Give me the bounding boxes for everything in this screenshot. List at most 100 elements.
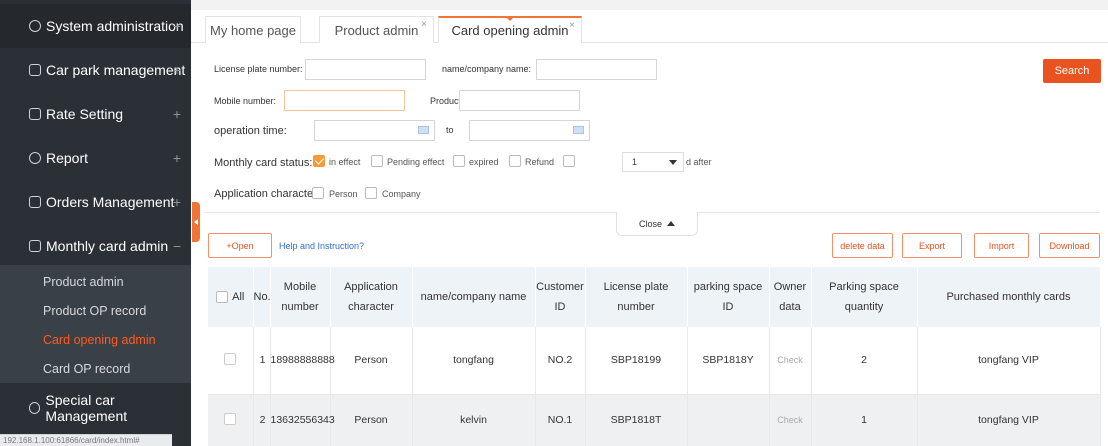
name-input[interactable]: [536, 59, 657, 80]
tab-product-admin[interactable]: Product admin ×: [319, 16, 434, 43]
select-all-checkbox[interactable]: [216, 291, 229, 304]
cell-name: kelvin: [412, 394, 536, 446]
row-select-cell[interactable]: [208, 394, 254, 446]
close-filter-label: Close: [638, 218, 662, 229]
submenu-item-card-opening-admin[interactable]: Card opening admin: [0, 325, 191, 354]
sidebar-collapse-handle[interactable]: [192, 202, 200, 242]
sidebar-item-report[interactable]: Report +: [0, 136, 191, 180]
header-select-all[interactable]: All: [208, 267, 254, 327]
chevron-up-icon: [667, 221, 675, 226]
cell-qty: 1: [811, 394, 918, 446]
cell-space: SBP1818Y: [687, 327, 770, 395]
header-all-label: All: [232, 291, 245, 303]
tab-card-opening-admin[interactable]: Card opening admin ×: [438, 16, 582, 43]
row-checkbox[interactable]: [224, 352, 237, 365]
sidebar-item-car-park[interactable]: Car park management +: [0, 48, 191, 92]
close-icon[interactable]: ×: [569, 20, 575, 31]
sidebar-item-label: Orders Management: [46, 194, 175, 210]
mobile-input[interactable]: [284, 90, 405, 111]
license-plate-label: License plate number:: [214, 64, 303, 74]
top-strip: [191, 0, 1108, 10]
status-option-label: Refund: [525, 157, 555, 167]
cell-mobile: 18988888888: [270, 327, 335, 395]
open-button[interactable]: +Open: [208, 233, 272, 258]
table-icon: [29, 108, 41, 120]
card-status-label: Monthly card status:: [214, 157, 313, 169]
help-link[interactable]: Help and Instruction?: [279, 241, 364, 251]
cell-name: tongfang: [412, 327, 536, 395]
header-owner: Owner data: [769, 267, 812, 327]
status-expired-checkbox[interactable]: [453, 155, 465, 167]
end-date-input[interactable]: [469, 120, 590, 141]
status-pending-checkbox[interactable]: [371, 155, 383, 167]
appchar-person-checkbox[interactable]: [312, 187, 324, 199]
appchar-company-checkbox[interactable]: [365, 187, 377, 199]
tab-label: Card opening admin: [451, 23, 569, 38]
header-customer: Customer ID: [535, 267, 586, 327]
import-button[interactable]: Import: [974, 233, 1029, 258]
sidebar-item-orders[interactable]: Orders Management +: [0, 180, 191, 224]
export-button[interactable]: Export: [902, 233, 962, 258]
gear-icon: [29, 20, 41, 32]
close-icon[interactable]: ×: [421, 19, 427, 30]
status-refund-checkbox[interactable]: [509, 155, 521, 167]
mobile-label: Mobile number:: [214, 96, 277, 106]
sidebar: System administration + Car park managem…: [0, 0, 191, 446]
row-select-cell[interactable]: [208, 327, 254, 395]
sidebar-item-label: Monthly card admin: [46, 238, 169, 254]
product-input[interactable]: [459, 90, 580, 111]
cell-qty: 2: [811, 327, 918, 395]
tab-home[interactable]: My home page: [205, 16, 301, 43]
to-label: to: [446, 125, 454, 135]
appchar-option-label: Company: [382, 189, 421, 199]
submenu-item-card-op-record[interactable]: Card OP record: [0, 354, 191, 383]
sidebar-item-system-administration[interactable]: System administration +: [0, 4, 191, 48]
expand-icon: +: [172, 194, 181, 210]
sidebar-item-special-car[interactable]: Special car Management: [0, 386, 191, 430]
cell-appchar: Person: [330, 394, 413, 446]
cell-mobile: 13632556343: [270, 394, 335, 446]
table-row[interactable]: 1 18988888888 Person tongfang NO.2 SBP18…: [208, 327, 1101, 395]
search-button[interactable]: Search: [1043, 59, 1101, 83]
owner-check-link[interactable]: Check: [769, 394, 812, 446]
status-option-label: in effect: [329, 157, 361, 167]
cell-plate: SBP1818T: [585, 394, 688, 446]
days-select[interactable]: 1: [622, 152, 684, 172]
days-select-value: 1: [632, 157, 638, 167]
calendar-icon[interactable]: [418, 126, 429, 134]
days-after-label: d after: [686, 157, 712, 167]
owner-check-link[interactable]: Check: [769, 327, 812, 395]
sidebar-item-rate-setting[interactable]: Rate Setting +: [0, 92, 191, 136]
calendar-icon[interactable]: [573, 126, 584, 134]
row-checkbox[interactable]: [224, 412, 237, 425]
header-qty: Parking space quantity: [811, 267, 918, 327]
car-icon: [29, 64, 41, 76]
submenu-item-product-admin[interactable]: Product admin: [0, 267, 191, 296]
status-option-label: Pending effect: [387, 157, 445, 167]
cell-plate: SBP18199: [585, 327, 688, 395]
tab-label: My home page: [210, 22, 296, 38]
sidebar-item-label: Special car Management: [45, 392, 128, 424]
header-mobile: Mobile number: [270, 267, 331, 327]
status-url: 192.168.1.100:61866/card/index.html#: [0, 434, 172, 446]
expand-icon: +: [172, 62, 181, 78]
submenu-item-product-op-record[interactable]: Product OP record: [0, 296, 191, 325]
close-filter-button[interactable]: Close: [616, 212, 698, 236]
sidebar-item-monthly-card[interactable]: Monthly card admin −: [0, 224, 191, 268]
table-row[interactable]: 2 13632556343 Person kelvin NO.1 SBP1818…: [208, 394, 1101, 446]
header-appchar: Application character: [330, 267, 413, 327]
pie-chart-icon: [29, 152, 41, 164]
license-plate-input[interactable]: [305, 59, 426, 80]
delete-data-button[interactable]: delete data: [832, 233, 893, 258]
download-button[interactable]: Download: [1039, 233, 1100, 258]
expand-icon: +: [172, 106, 181, 122]
cell-no: 1: [253, 327, 271, 395]
status-days-checkbox[interactable]: [563, 155, 575, 167]
status-in-effect-checkbox[interactable]: [313, 155, 325, 167]
operation-time-label: operation time:: [214, 125, 287, 137]
start-date-input[interactable]: [314, 120, 435, 141]
cell-customer: NO.1: [535, 394, 586, 446]
tab-bar: My home page Product admin × Card openin…: [191, 10, 1108, 43]
cell-appchar: Person: [330, 327, 413, 395]
header-purchased: Purchased monthly cards: [917, 267, 1101, 327]
